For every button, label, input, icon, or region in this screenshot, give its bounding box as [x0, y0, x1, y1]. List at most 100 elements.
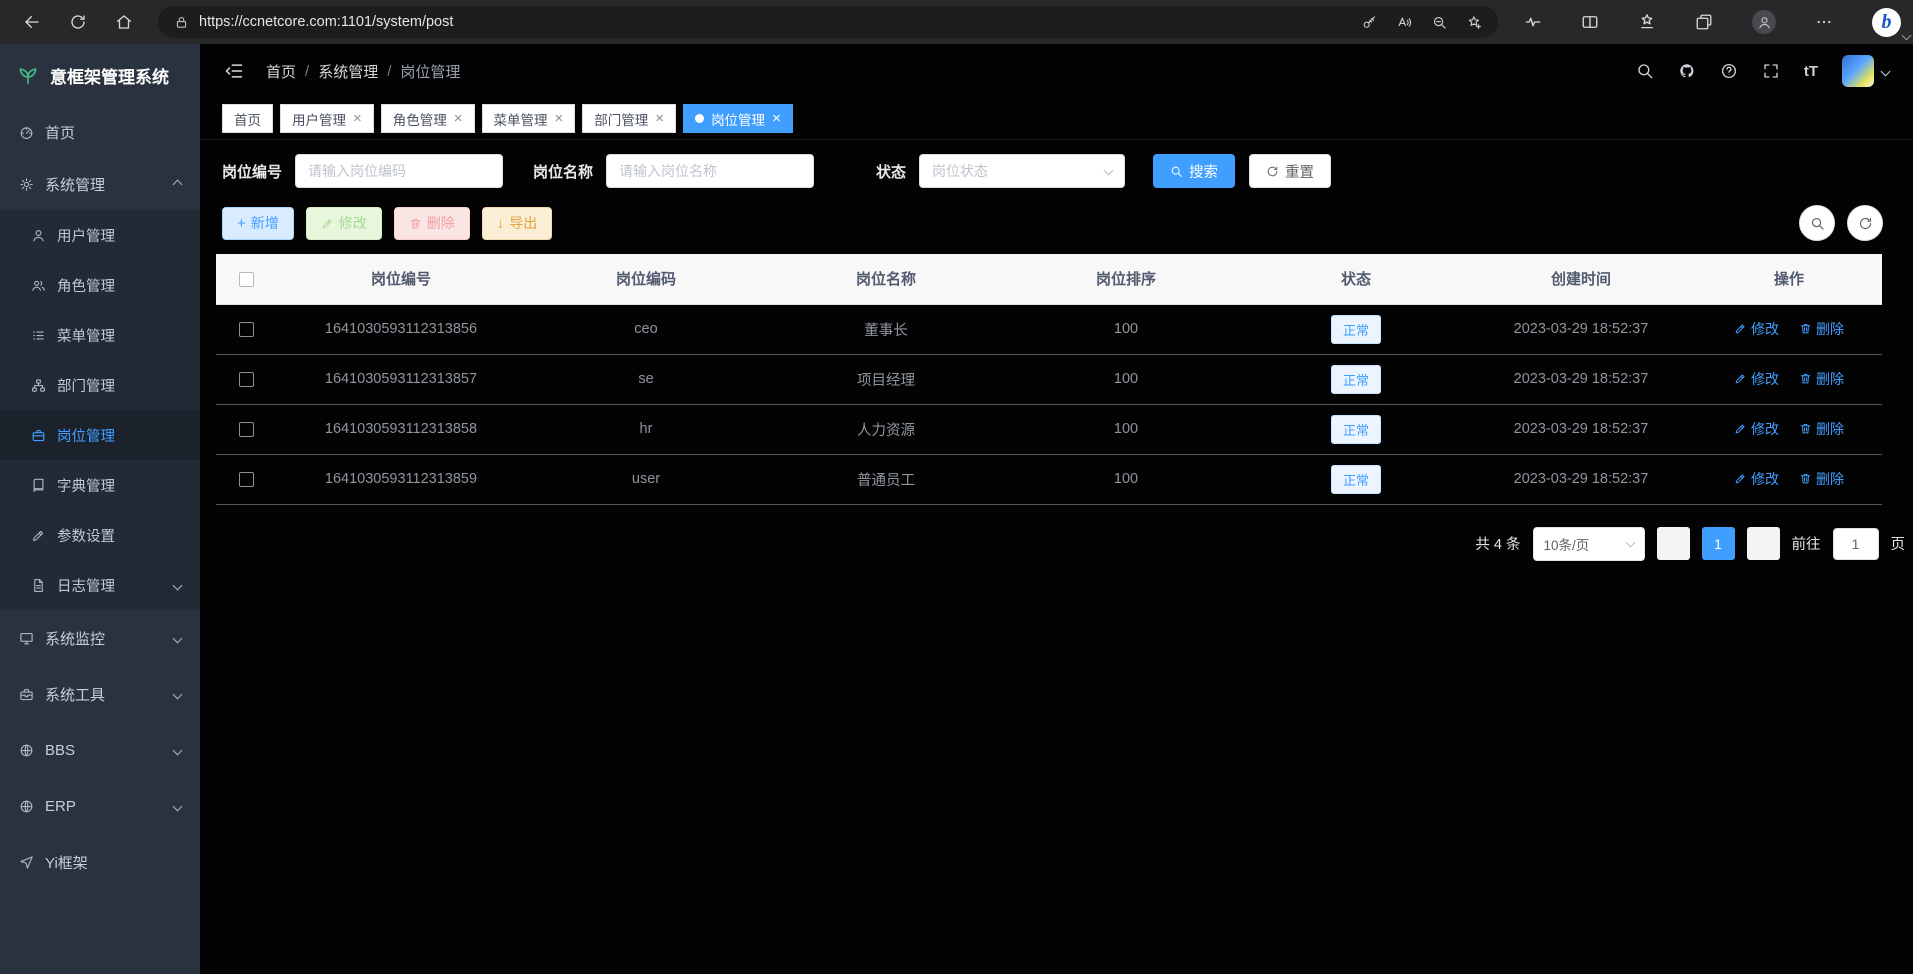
reset-button[interactable]: 重置 [1249, 154, 1331, 188]
breadcrumb-home[interactable]: 首页 [266, 61, 296, 82]
row-checkbox[interactable] [239, 372, 254, 387]
current-page-button[interactable]: 1 [1702, 527, 1735, 560]
post-name-input[interactable] [606, 154, 814, 188]
delete-button[interactable]: 删除 [394, 207, 470, 240]
post-code-input[interactable] [295, 154, 503, 188]
zoom-icon[interactable] [1432, 15, 1447, 30]
browser-home-button[interactable] [106, 4, 142, 40]
row-edit-link[interactable]: 修改 [1734, 319, 1779, 339]
favorites-bar-icon[interactable] [1638, 13, 1656, 31]
browser-refresh-button[interactable] [60, 4, 96, 40]
select-all-checkbox[interactable] [239, 272, 254, 287]
chevron-down-icon [173, 745, 183, 755]
site-info-lock-icon[interactable] [174, 15, 189, 30]
close-icon[interactable]: × [555, 111, 564, 126]
tab-post-management[interactable]: 岗位管理 × [683, 104, 793, 133]
gear-icon [19, 177, 34, 192]
row-delete-link[interactable]: 删除 [1799, 319, 1844, 339]
tab-home[interactable]: 首页 [222, 104, 273, 133]
top-navbar: 首页 / 系统管理 / 岗位管理 tT [200, 44, 1913, 98]
close-icon[interactable]: × [772, 111, 781, 126]
row-delete-link[interactable]: 删除 [1799, 469, 1844, 489]
modify-button[interactable]: 修改 [306, 207, 382, 240]
sidebar-item-dict-management[interactable]: 字典管理 [0, 460, 200, 510]
sidebar-item-menu-management[interactable]: 菜单管理 [0, 310, 200, 360]
password-key-icon[interactable] [1362, 15, 1377, 30]
post-code-label: 岗位编号 [222, 161, 282, 182]
cell-post-sort: 100 [1006, 304, 1246, 354]
sidebar-item-system-management[interactable]: 系统管理 [0, 158, 200, 210]
cell-created-time: 2023-03-29 18:52:37 [1466, 304, 1696, 354]
sidebar-item-role-management[interactable]: 角色管理 [0, 260, 200, 310]
edit-icon [31, 528, 46, 543]
help-question-icon[interactable] [1720, 62, 1738, 80]
bing-icon[interactable]: b [1872, 8, 1901, 37]
column-created-time: 创建时间 [1466, 254, 1696, 304]
tag-view-bar: 首页 用户管理 × 角色管理 × 菜单管理 × 部门管理 × 岗位管理 × [200, 98, 1913, 140]
status-select[interactable]: 岗位状态 [919, 154, 1125, 188]
row-delete-link[interactable]: 删除 [1799, 369, 1844, 389]
add-button[interactable]: + 新增 [222, 207, 294, 240]
browser-settings-dots-icon[interactable] [1815, 13, 1833, 31]
page-size-select[interactable]: 10条/页 [1533, 527, 1645, 561]
url-input[interactable] [199, 14, 1352, 30]
row-edit-link[interactable]: 修改 [1734, 419, 1779, 439]
prev-page-button[interactable] [1657, 527, 1690, 560]
goto-label: 前往 [1792, 533, 1821, 554]
browser-back-button[interactable] [14, 4, 50, 40]
sidebar-item-system-monitor[interactable]: 系统监控 [0, 610, 200, 666]
avatar[interactable] [1842, 55, 1874, 87]
browser-essentials-icon[interactable] [1524, 13, 1542, 31]
tab-menu-management[interactable]: 菜单管理 × [482, 104, 576, 133]
next-page-button[interactable] [1747, 527, 1780, 560]
cell-post-code: hr [526, 404, 766, 454]
row-edit-link[interactable]: 修改 [1734, 469, 1779, 489]
active-tab-dot [695, 114, 704, 123]
fullscreen-icon[interactable] [1762, 62, 1780, 80]
sidebar-item-department-management[interactable]: 部门管理 [0, 360, 200, 410]
sidebar-item-log-management[interactable]: 日志管理 [0, 560, 200, 610]
goto-page-input[interactable] [1833, 528, 1879, 560]
row-delete-link[interactable]: 删除 [1799, 419, 1844, 439]
show-search-toggle-button[interactable] [1799, 205, 1835, 241]
sidebar-item-bbs[interactable]: BBS [0, 722, 200, 778]
refresh-table-button[interactable] [1847, 205, 1883, 241]
add-favorite-icon[interactable] [1467, 15, 1482, 30]
tab-role-management[interactable]: 角色管理 × [381, 104, 475, 133]
sidebar-item-user-management[interactable]: 用户管理 [0, 210, 200, 260]
tab-user-management[interactable]: 用户管理 × [280, 104, 374, 133]
search-button[interactable]: 搜索 [1153, 154, 1235, 188]
sidebar-item-yi-framework[interactable]: Yi框架 [0, 834, 200, 890]
sidebar-item-post-management[interactable]: 岗位管理 [0, 410, 200, 460]
breadcrumb-system[interactable]: 系统管理 [318, 61, 378, 82]
row-edit-link[interactable]: 修改 [1734, 369, 1779, 389]
sidebar-item-parameter-settings[interactable]: 参数设置 [0, 510, 200, 560]
cell-post-code: user [526, 454, 766, 504]
row-checkbox[interactable] [239, 322, 254, 337]
read-aloud-icon[interactable] [1397, 15, 1412, 30]
leaf-logo-icon [17, 64, 39, 86]
user-avatar-menu[interactable] [1842, 55, 1889, 87]
bing-caret-icon [1902, 30, 1912, 40]
font-size-icon[interactable]: tT [1804, 63, 1818, 80]
tab-department-management[interactable]: 部门管理 × [582, 104, 676, 133]
collections-icon[interactable] [1695, 13, 1713, 31]
sidebar-item-system-tools[interactable]: 系统工具 [0, 666, 200, 722]
row-checkbox[interactable] [239, 472, 254, 487]
dashboard-icon [19, 125, 34, 140]
close-icon[interactable]: × [454, 111, 463, 126]
github-icon[interactable] [1678, 62, 1696, 80]
export-button[interactable]: ↓ 导出 [482, 207, 553, 240]
split-screen-icon[interactable] [1581, 13, 1599, 31]
navbar-actions: tT [1636, 55, 1889, 87]
sidebar-item-erp[interactable]: ERP [0, 778, 200, 834]
sidebar-fold-icon[interactable] [224, 61, 244, 81]
sidebar-item-home[interactable]: 首页 [0, 106, 200, 158]
row-checkbox[interactable] [239, 422, 254, 437]
close-icon[interactable]: × [655, 111, 664, 126]
close-icon[interactable]: × [353, 111, 362, 126]
address-bar[interactable] [158, 6, 1498, 38]
header-search-icon[interactable] [1636, 62, 1654, 80]
browser-profile-icon[interactable] [1752, 10, 1776, 34]
cell-created-time: 2023-03-29 18:52:37 [1466, 354, 1696, 404]
